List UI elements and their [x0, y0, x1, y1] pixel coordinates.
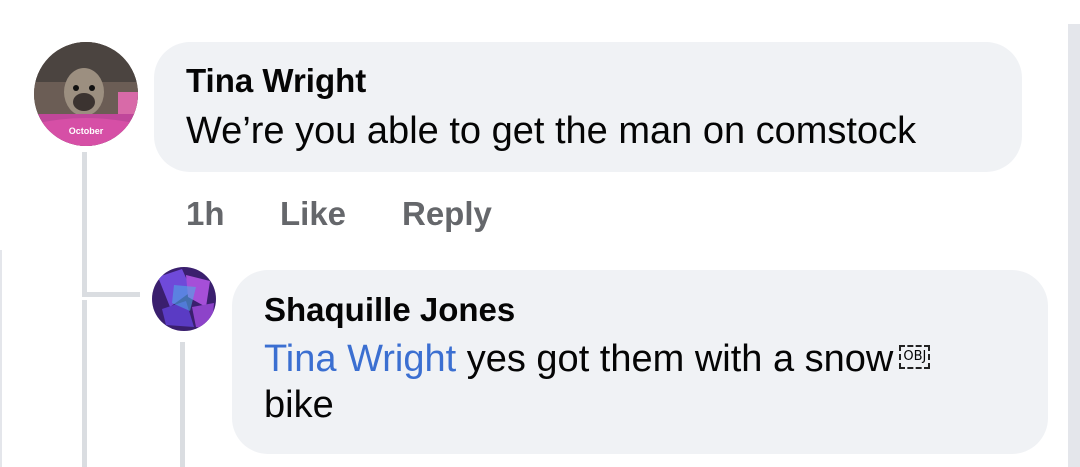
reply-avatar[interactable] [152, 267, 216, 331]
object-placeholder-icon: OBJ [899, 344, 931, 369]
mention-link[interactable]: Tina Wright [264, 338, 456, 380]
thread-connector-vertical [82, 152, 87, 297]
comment-text: We’re you able to get the man on comstoc… [186, 110, 917, 152]
reply-button[interactable]: Reply [402, 195, 492, 233]
reply-text: Tina Wright yes got them with a snow OBJ … [264, 336, 1024, 428]
reply-thread-line [180, 342, 185, 467]
like-button[interactable]: Like [280, 195, 346, 233]
thread-connector-elbow [82, 292, 140, 297]
thread-connector-vertical-lower [82, 300, 87, 467]
abstract-art-icon [152, 267, 216, 331]
comment-timestamp[interactable]: 1h [186, 195, 225, 233]
reply-bubble[interactable]: Shaquille Jones Tina Wright yes got them… [232, 270, 1048, 454]
svg-text:October: October [69, 126, 104, 136]
comment-bubble[interactable]: Tina Wright We’re you able to get the ma… [154, 42, 1022, 172]
reply-text-line2: bike [264, 384, 334, 426]
left-edge-divider [0, 250, 2, 467]
reply-author-name[interactable]: Shaquille Jones [264, 290, 515, 330]
comment-author-name[interactable]: Tina Wright [186, 61, 366, 101]
scrollbar[interactable] [1068, 24, 1080, 467]
dog-photo-icon: October [34, 42, 138, 146]
avatar[interactable]: October [34, 42, 138, 146]
reply-text-line1: yes got them with a snow [456, 338, 894, 380]
